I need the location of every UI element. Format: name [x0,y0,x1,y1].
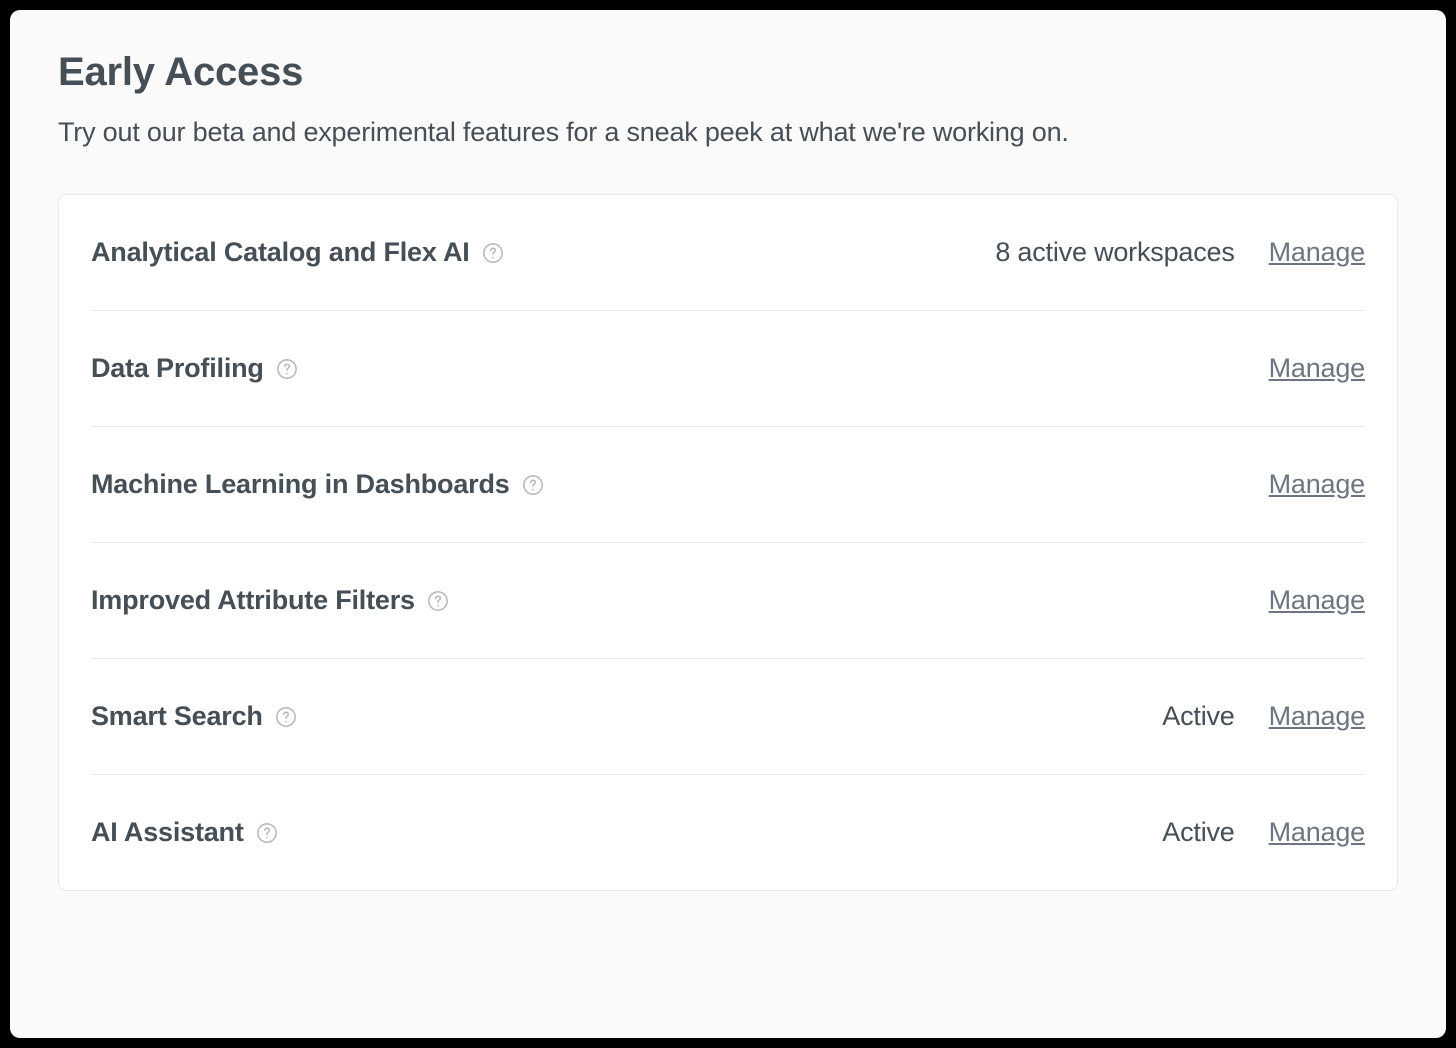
feature-row-ml-dashboards: Machine Learning in Dashboards Manage [91,427,1365,543]
feature-name-wrap: Smart Search [91,701,1142,732]
feature-name: Machine Learning in Dashboards [91,469,510,500]
feature-row-analytical-catalog: Analytical Catalog and Flex AI 8 active … [91,195,1365,311]
manage-link[interactable]: Manage [1269,353,1365,384]
feature-name-wrap: Improved Attribute Filters [91,585,1215,616]
manage-link[interactable]: Manage [1269,469,1365,500]
feature-name-wrap: Analytical Catalog and Flex AI [91,237,975,268]
feature-status: Active [1162,701,1234,732]
help-icon[interactable] [427,590,449,612]
manage-link[interactable]: Manage [1269,701,1365,732]
feature-name: Improved Attribute Filters [91,585,415,616]
help-icon[interactable] [256,822,278,844]
feature-row-smart-search: Smart Search Active Manage [91,659,1365,775]
feature-name: Analytical Catalog and Flex AI [91,237,470,268]
feature-name: Data Profiling [91,353,264,384]
manage-link[interactable]: Manage [1269,817,1365,848]
manage-link[interactable]: Manage [1269,585,1365,616]
feature-row-data-profiling: Data Profiling Manage [91,311,1365,427]
early-access-page: Early Access Try out our beta and experi… [10,10,1446,1038]
feature-name: Smart Search [91,701,263,732]
feature-status: 8 active workspaces [995,237,1234,268]
feature-name: AI Assistant [91,817,244,848]
manage-link[interactable]: Manage [1269,237,1365,268]
help-icon[interactable] [276,358,298,380]
page-subtitle: Try out our beta and experimental featur… [58,117,1398,148]
feature-status: Active [1162,817,1234,848]
feature-row-ai-assistant: AI Assistant Active Manage [91,775,1365,890]
feature-name-wrap: Data Profiling [91,353,1215,384]
help-icon[interactable] [522,474,544,496]
features-panel: Analytical Catalog and Flex AI 8 active … [58,194,1398,891]
feature-row-attribute-filters: Improved Attribute Filters Manage [91,543,1365,659]
help-icon[interactable] [482,242,504,264]
feature-name-wrap: AI Assistant [91,817,1142,848]
page-title: Early Access [58,50,1398,95]
help-icon[interactable] [275,706,297,728]
feature-name-wrap: Machine Learning in Dashboards [91,469,1215,500]
